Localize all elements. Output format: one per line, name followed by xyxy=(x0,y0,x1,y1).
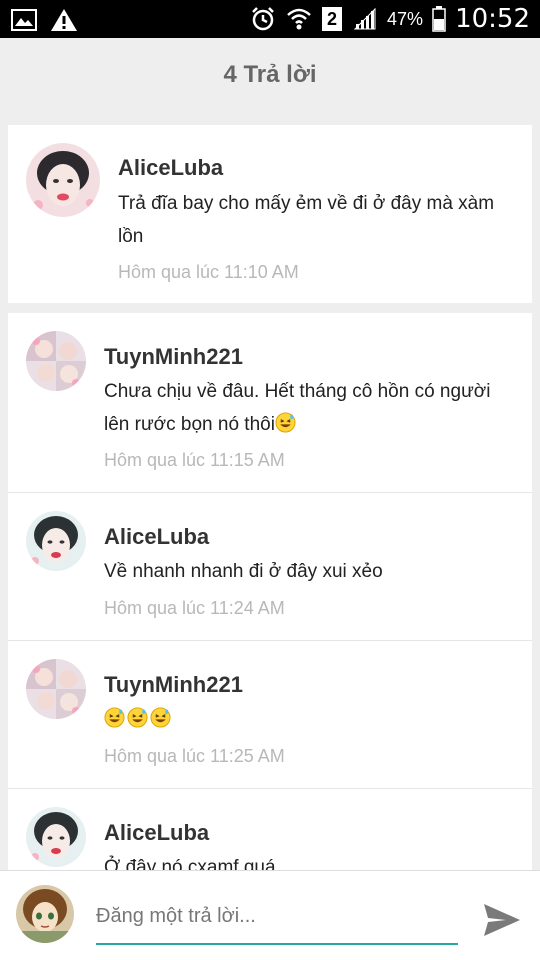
grinning-sweat-emoji-icon xyxy=(127,707,148,728)
comment-author[interactable]: TuynMinh221 xyxy=(104,344,243,370)
battery-percent: 47% xyxy=(387,8,424,29)
alarm-icon xyxy=(249,5,277,33)
send-button[interactable] xyxy=(478,897,526,943)
comment-author[interactable]: TuynMinh221 xyxy=(104,672,243,698)
grinning-sweat-emoji-icon xyxy=(150,707,171,728)
reply-item: AliceLuba Về nhanh nhanh đi ở đây xui xẻ… xyxy=(8,493,532,640)
reply-item: TuynMinh221 Hôm qua lúc 11:25 AM xyxy=(8,641,532,788)
comment-text-content: Chưa chịu về đâu. Hết tháng cô hồn có ng… xyxy=(104,381,491,435)
comment-timestamp: Hôm qua lúc 11:15 AM xyxy=(104,450,285,470)
avatar[interactable] xyxy=(26,143,100,217)
comment-timestamp: Hôm qua lúc 11:10 AM xyxy=(118,262,299,282)
replies-card: TuynMinh221 Chưa chịu về đâu. Hết tháng … xyxy=(8,313,532,870)
grinning-sweat-emoji-icon xyxy=(104,707,125,728)
avatar[interactable] xyxy=(26,331,86,391)
signal-icon xyxy=(351,5,379,33)
sim-2-icon: 2 xyxy=(321,5,343,33)
comment-text: Về nhanh nhanh đi ở đây xui xẻo xyxy=(104,561,383,582)
comment-timestamp: Hôm qua lúc 11:25 AM xyxy=(104,746,285,766)
comment-text: Ở đây nó cxamf quá xyxy=(104,857,276,870)
reply-item: TuynMinh221 Chưa chịu về đâu. Hết tháng … xyxy=(8,313,532,492)
status-bar: 2 47% 10:52 xyxy=(0,0,540,38)
comment-author[interactable]: AliceLuba xyxy=(118,155,223,181)
header: 4 Trả lời xyxy=(0,38,540,112)
reply-input[interactable] xyxy=(96,897,458,945)
comment-text: Chưa chịu về đâu. Hết tháng cô hồn có ng… xyxy=(104,375,504,441)
send-icon xyxy=(484,904,520,936)
main-comment-card: AliceLuba Trả đĩa bay cho mấy ẻm về đi ở… xyxy=(8,125,532,303)
avatar[interactable] xyxy=(26,659,86,719)
avatar[interactable] xyxy=(26,511,86,571)
comment-author[interactable]: AliceLuba xyxy=(104,820,209,846)
wifi-icon xyxy=(285,5,313,33)
comment-timestamp: Hôm qua lúc 11:24 AM xyxy=(104,598,285,618)
warning-icon xyxy=(50,6,78,34)
clock: 10:52 xyxy=(455,4,530,34)
avatar[interactable] xyxy=(26,807,86,867)
comment-text: Trả đĩa bay cho mấy ẻm về đi ở đây mà xà… xyxy=(118,193,495,247)
grinning-sweat-emoji-icon xyxy=(275,412,296,433)
page-title: 4 Trả lời xyxy=(223,61,317,88)
comment-emojis xyxy=(104,703,504,736)
comment-author[interactable]: AliceLuba xyxy=(104,524,209,550)
battery-icon xyxy=(431,5,447,33)
reply-item: AliceLuba Ở đây nó cxamf quá xyxy=(8,789,532,870)
image-icon xyxy=(10,6,38,34)
current-user-avatar xyxy=(16,885,74,943)
reply-bar xyxy=(0,870,540,960)
sim-slot-label: 2 xyxy=(322,7,343,31)
